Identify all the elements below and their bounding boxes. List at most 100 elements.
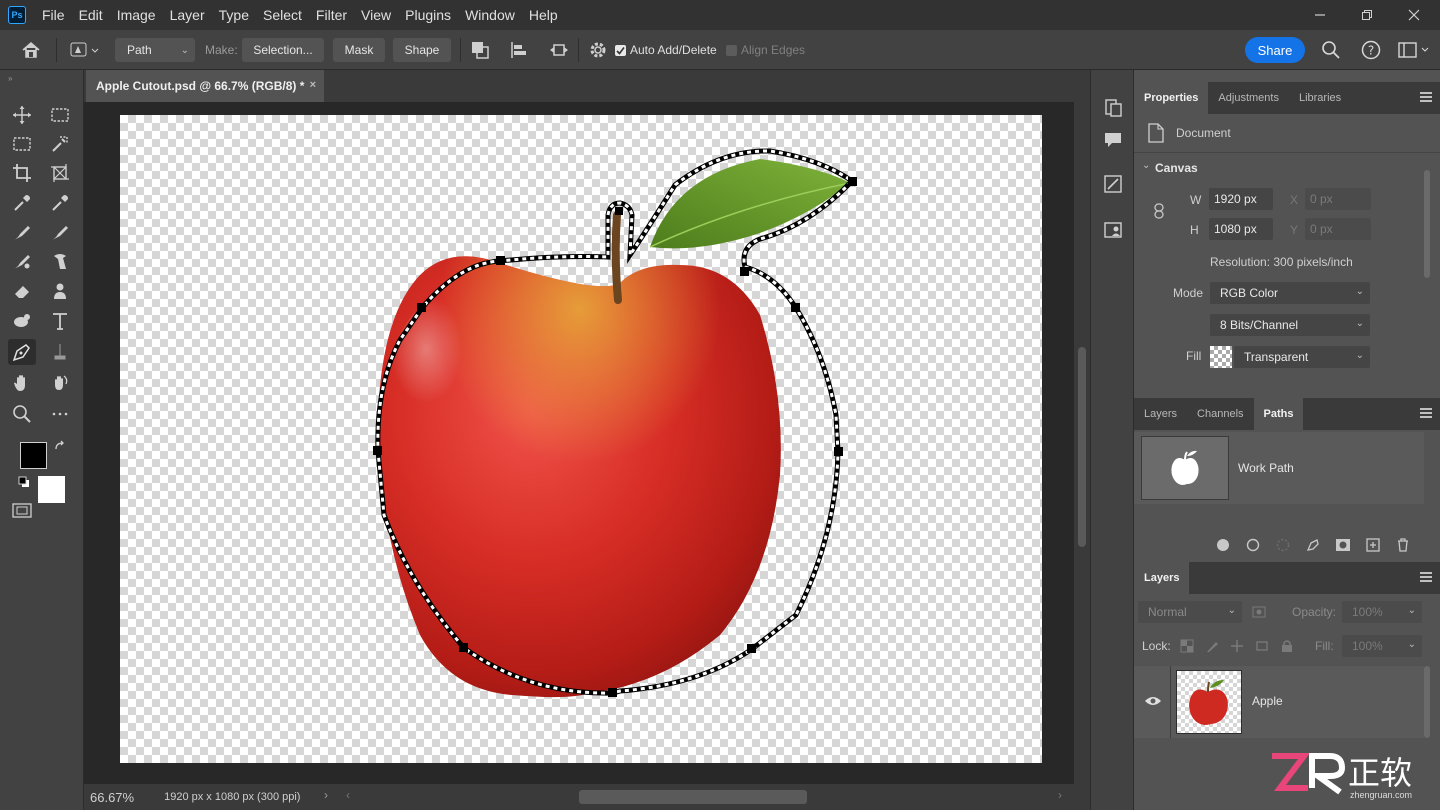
opacity-field[interactable]: 100% ⌄ xyxy=(1342,601,1422,623)
brush-tool-icon[interactable] xyxy=(46,219,74,245)
minimize-icon[interactable] xyxy=(1298,0,1342,30)
make-work-path-icon[interactable] xyxy=(1304,536,1322,554)
scroll-left-icon[interactable]: ‹ xyxy=(346,788,350,802)
menu-plugins[interactable]: Plugins xyxy=(399,0,457,30)
blend-mode-dropdown[interactable]: Normal ⌄ xyxy=(1138,601,1242,623)
eraser-tool-icon[interactable] xyxy=(8,278,36,304)
menu-edit[interactable]: Edit xyxy=(73,0,109,30)
lock-position-icon[interactable] xyxy=(1230,639,1244,656)
canvas-section-header[interactable]: Canvas xyxy=(1155,161,1198,175)
work-path-row[interactable]: Work Path xyxy=(1134,432,1424,504)
more-tools-icon[interactable] xyxy=(46,401,74,427)
eyedropper-tool-icon[interactable] xyxy=(8,190,36,216)
menu-layer[interactable]: Layer xyxy=(164,0,211,30)
load-as-selection-icon[interactable] xyxy=(1274,536,1292,554)
color-mode-dropdown[interactable]: RGB Color ⌄ xyxy=(1210,282,1370,304)
path-selection-tool-icon[interactable] xyxy=(46,339,74,365)
collapse-icon[interactable]: » xyxy=(8,74,12,83)
gradient-tool-icon[interactable] xyxy=(46,278,74,304)
lock-artboard-icon[interactable] xyxy=(1255,639,1269,656)
layer-filter-icon[interactable] xyxy=(1252,605,1266,622)
make-selection-button[interactable]: Selection... xyxy=(242,38,324,62)
chevron-down-icon[interactable]: ⌄ xyxy=(1142,160,1150,171)
help-icon[interactable]: ? xyxy=(1361,30,1381,70)
pen-tool-icon[interactable] xyxy=(8,339,36,365)
tab-properties[interactable]: Properties xyxy=(1134,82,1209,114)
add-mask-icon[interactable] xyxy=(1334,536,1352,554)
menu-select[interactable]: Select xyxy=(257,0,308,30)
eye-icon[interactable] xyxy=(1144,695,1162,710)
menu-image[interactable]: Image xyxy=(111,0,162,30)
object-selection-tool-icon[interactable] xyxy=(46,131,74,157)
tab-paths[interactable]: Paths xyxy=(1253,398,1304,430)
rotate-view-tool-icon[interactable] xyxy=(46,370,74,396)
close-tab-icon[interactable]: × xyxy=(310,79,316,91)
properties-scrollbar[interactable] xyxy=(1424,170,1430,278)
menu-file[interactable]: File xyxy=(36,0,71,30)
trash-icon[interactable] xyxy=(1394,536,1412,554)
foreground-color-swatch[interactable] xyxy=(20,442,47,469)
frame-tool-icon[interactable] xyxy=(46,160,74,186)
background-color-swatch[interactable] xyxy=(38,476,65,503)
menu-filter[interactable]: Filter xyxy=(310,0,353,30)
height-field[interactable]: 1080 px xyxy=(1209,218,1273,240)
home-icon[interactable] xyxy=(20,30,42,70)
make-mask-button[interactable]: Mask xyxy=(333,38,385,62)
path-arrangement-icon[interactable] xyxy=(548,30,570,70)
bit-depth-dropdown[interactable]: 8 Bits/Channel ⌄ xyxy=(1210,314,1370,336)
gear-icon[interactable] xyxy=(588,30,608,70)
menu-type[interactable]: Type xyxy=(213,0,255,30)
path-operations-icon[interactable] xyxy=(470,30,490,70)
lock-all-icon[interactable] xyxy=(1280,639,1294,656)
document-canvas[interactable] xyxy=(120,115,1042,763)
marquee-tool-icon[interactable] xyxy=(8,131,36,157)
vertical-scrollbar[interactable] xyxy=(1074,102,1090,784)
link-icon[interactable] xyxy=(1153,203,1165,222)
fill-opacity-field[interactable]: 100% ⌄ xyxy=(1342,635,1422,657)
learn-panel-icon[interactable] xyxy=(1103,220,1123,243)
zoom-level[interactable]: 66.67% xyxy=(90,790,134,805)
fill-dropdown[interactable]: Transparent ⌄ xyxy=(1234,346,1370,368)
menu-help[interactable]: Help xyxy=(523,0,564,30)
tab-libraries[interactable]: Libraries xyxy=(1289,82,1351,114)
clone-stamp-tool-icon[interactable] xyxy=(8,248,36,274)
move-tool-icon[interactable] xyxy=(8,102,36,128)
tool-mode-dropdown[interactable]: Path ⌄ xyxy=(115,38,195,62)
align-edges-checkbox[interactable]: Align Edges xyxy=(726,30,805,70)
pen-tool-preset-icon[interactable] xyxy=(70,30,100,70)
comments-panel-icon[interactable] xyxy=(1103,130,1123,153)
panel-menu-icon[interactable] xyxy=(1420,572,1432,582)
quick-mask-icon[interactable] xyxy=(12,502,34,523)
width-field[interactable]: 1920 px xyxy=(1209,188,1273,210)
chevron-right-icon[interactable]: › xyxy=(324,788,328,802)
restore-icon[interactable] xyxy=(1345,0,1389,30)
zoom-tool-icon[interactable] xyxy=(8,401,36,427)
menu-view[interactable]: View xyxy=(355,0,397,30)
search-icon[interactable] xyxy=(1321,30,1341,70)
path-alignment-icon[interactable] xyxy=(509,30,529,70)
hand-tool-icon[interactable] xyxy=(8,370,36,396)
y-field[interactable]: 0 px xyxy=(1305,218,1371,240)
horizontal-scroll-thumb[interactable] xyxy=(579,790,807,804)
workspace-icon[interactable] xyxy=(1398,30,1430,70)
artboard-tool-icon[interactable] xyxy=(46,102,74,128)
type-tool-icon[interactable] xyxy=(46,308,74,334)
fill-swatch[interactable] xyxy=(1210,346,1232,368)
adjustments-panel-icon[interactable] xyxy=(1103,174,1123,197)
lock-transparent-icon[interactable] xyxy=(1180,639,1194,656)
blur-tool-icon[interactable] xyxy=(8,308,36,334)
scroll-right-icon[interactable]: › xyxy=(1058,788,1062,802)
scroll-thumb[interactable] xyxy=(1078,347,1086,547)
layer-row[interactable]: Apple xyxy=(1134,666,1424,738)
default-colors-icon[interactable] xyxy=(18,476,30,491)
make-shape-button[interactable]: Shape xyxy=(393,38,451,62)
x-field[interactable]: 0 px xyxy=(1305,188,1371,210)
tab-channels[interactable]: Channels xyxy=(1187,398,1253,430)
tab-layers-main[interactable]: Layers xyxy=(1134,562,1190,594)
stroke-path-icon[interactable] xyxy=(1244,536,1262,554)
layers-scrollbar[interactable] xyxy=(1424,666,1430,738)
color-sampler-tool-icon[interactable] xyxy=(46,190,74,216)
panel-menu-icon[interactable] xyxy=(1420,92,1432,102)
panel-menu-icon[interactable] xyxy=(1420,408,1432,418)
tab-layers[interactable]: Layers xyxy=(1134,398,1187,430)
